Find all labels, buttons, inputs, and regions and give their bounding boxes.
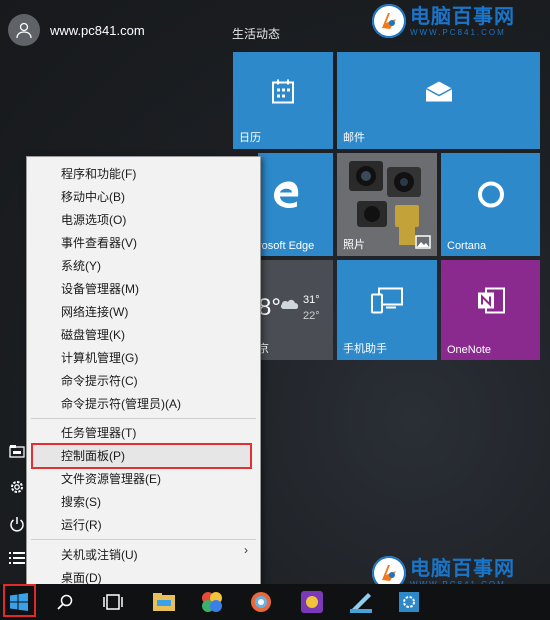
menu-item-network-connections[interactable]: 网络连接(W) — [61, 303, 128, 320]
weather-cloud-icon — [280, 296, 300, 313]
folder-icon — [153, 593, 175, 611]
tile-cortana[interactable]: Cortana — [441, 153, 540, 256]
tile-calendar[interactable]: 日历 — [233, 52, 333, 149]
media-app-icon — [301, 591, 323, 613]
weather-low: 22° — [303, 310, 320, 322]
menu-item-shutdown-signout[interactable]: 关机或注销(U) — [61, 546, 138, 563]
avatar — [8, 14, 40, 46]
file-explorer-icon[interactable] — [7, 441, 27, 461]
watermark-top: 电脑百事网 WWW.PC841.COM — [372, 4, 515, 38]
tile-photos[interactable]: 照片 — [337, 153, 437, 256]
menu-item-command-prompt-admin[interactable]: 命令提示符(管理员)(A) — [61, 395, 181, 412]
tile-label: 照片 — [343, 239, 365, 251]
taskbar-app-settings[interactable] — [390, 584, 428, 620]
tile-weather[interactable]: 8° 31° 22° 京 — [258, 260, 333, 360]
weather-temperature: 8° — [258, 294, 281, 321]
menu-item-search[interactable]: 搜索(S) — [61, 493, 101, 510]
menu-item-event-viewer[interactable]: 事件查看器(V) — [61, 234, 137, 251]
tile-edge[interactable]: rosoft Edge — [258, 153, 333, 256]
phone-companion-icon — [370, 287, 404, 318]
taskbar-app-browser[interactable] — [242, 584, 280, 620]
watermark-url: WWW.PC841.COM — [410, 27, 506, 37]
start-button-highlight — [3, 584, 36, 617]
menu-item-device-manager[interactable]: 设备管理器(M) — [61, 280, 139, 297]
menu-item-task-manager[interactable]: 任务管理器(T) — [61, 424, 136, 441]
taskbar-app-explorer[interactable] — [145, 584, 183, 620]
power-icon[interactable] — [7, 514, 27, 534]
gear-icon — [399, 592, 419, 612]
taskbar-app-colorful[interactable] — [193, 584, 231, 620]
cortana-icon — [476, 180, 506, 213]
tile-onenote[interactable]: OneNote — [441, 260, 540, 360]
menu-item-computer-management[interactable]: 计算机管理(G) — [61, 349, 138, 366]
user-name: www.pc841.com — [50, 22, 145, 38]
photos-icon — [415, 235, 431, 252]
settings-gear-icon[interactable] — [7, 477, 27, 497]
photo-app-icon — [202, 592, 222, 612]
tile-phone-assistant[interactable]: 手机助手 — [337, 260, 437, 360]
edge-icon — [270, 179, 302, 214]
winx-context-menu: 程序和功能(F) 移动中心(B) 电源选项(O) 事件查看器(V) 系统(Y) … — [26, 156, 261, 592]
menu-item-file-explorer[interactable]: 文件资源管理器(E) — [61, 470, 161, 487]
menu-item-programs-features[interactable]: 程序和功能(F) — [61, 165, 136, 182]
browser-icon — [251, 592, 271, 612]
task-view-button[interactable] — [94, 584, 132, 620]
tile-label: 手机助手 — [343, 343, 387, 355]
task-view-icon — [103, 594, 123, 610]
menu-item-mobility-center[interactable]: 移动中心(B) — [61, 188, 125, 205]
calendar-icon — [271, 78, 295, 107]
menu-item-run[interactable]: 运行(R) — [61, 516, 102, 533]
user-icon — [16, 22, 32, 39]
submenu-arrow-icon: › — [244, 543, 248, 557]
watermark-logo-icon — [372, 4, 406, 38]
mail-icon — [425, 80, 453, 105]
onenote-icon — [476, 286, 506, 319]
all-apps-list-icon[interactable] — [7, 548, 27, 568]
user-account[interactable]: www.pc841.com — [8, 14, 145, 46]
search-button[interactable] — [46, 584, 84, 620]
weather-high: 31° — [303, 294, 320, 306]
menu-separator — [31, 539, 256, 540]
tile-label: 日历 — [239, 132, 261, 144]
menu-item-system[interactable]: 系统(Y) — [61, 257, 101, 274]
tile-label: OneNote — [447, 344, 492, 356]
watermark-title: 电脑百事网 — [410, 5, 515, 28]
menu-item-command-prompt[interactable]: 命令提示符(C) — [61, 372, 138, 389]
editor-app-icon — [350, 593, 372, 613]
taskbar-app-media[interactable] — [293, 584, 331, 620]
menu-item-control-panel[interactable]: 控制面板(P) — [61, 447, 125, 464]
taskbar — [0, 584, 550, 620]
taskbar-app-editor[interactable] — [342, 584, 380, 620]
menu-item-disk-management[interactable]: 磁盘管理(K) — [61, 326, 125, 343]
search-icon — [57, 594, 73, 610]
menu-item-power-options[interactable]: 电源选项(O) — [61, 211, 126, 228]
tile-mail[interactable]: 邮件 — [337, 52, 540, 149]
tile-label: 邮件 — [343, 132, 365, 144]
tile-group-title: 生活动态 — [232, 27, 281, 41]
menu-separator — [31, 418, 256, 419]
tile-label: rosoft Edge — [258, 240, 315, 252]
watermark-title: 电脑百事网 — [410, 557, 515, 580]
tile-label: Cortana — [447, 240, 487, 252]
